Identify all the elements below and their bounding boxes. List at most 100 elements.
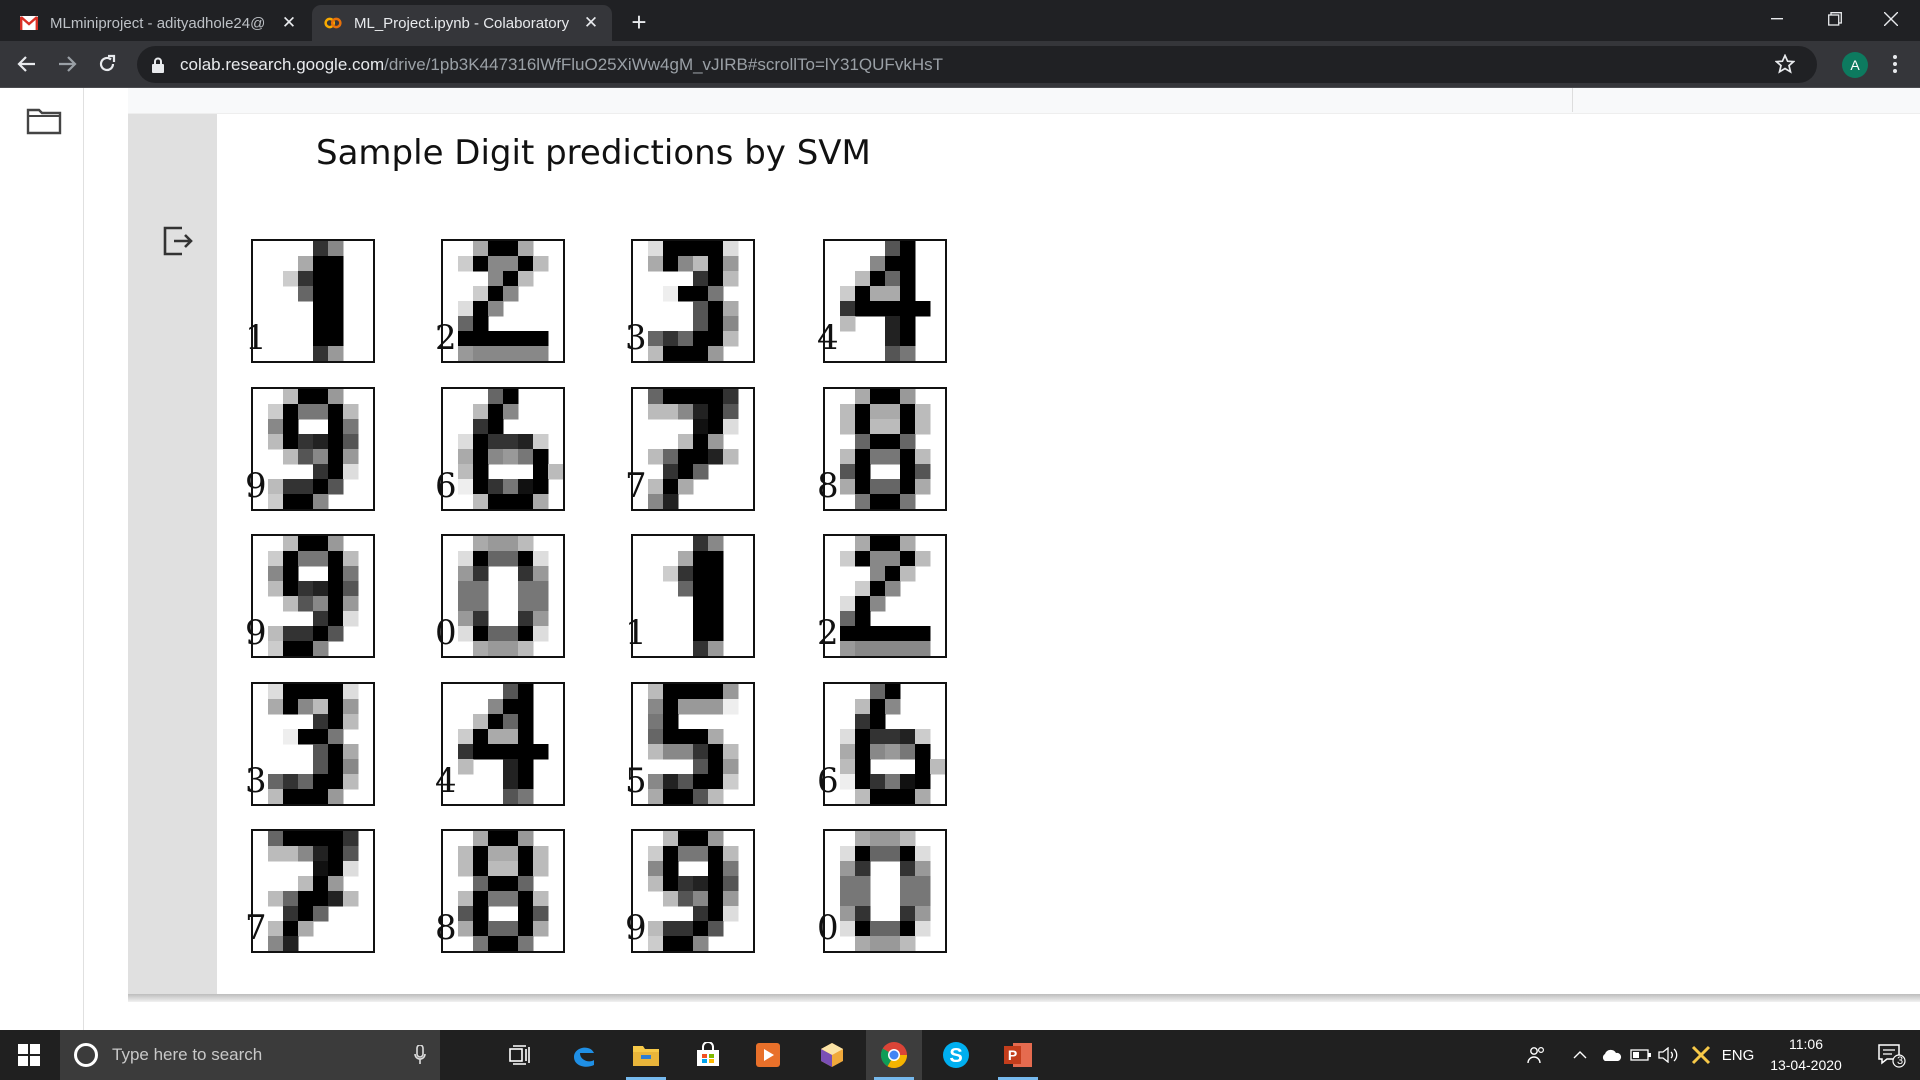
cortana-icon [74, 1043, 98, 1067]
more-vert-icon [1893, 55, 1897, 73]
battery-icon[interactable] [1628, 1030, 1654, 1080]
action-center-button[interactable]: 3 [1864, 1030, 1920, 1080]
digit-pixels [268, 831, 359, 951]
digit-image [631, 682, 755, 806]
cell-header [128, 88, 1920, 114]
clock-time: 11:06 [1789, 1036, 1823, 1052]
digit-prediction-label: 3 [625, 318, 647, 358]
digit-pixels [648, 684, 739, 804]
edge-icon[interactable] [556, 1030, 612, 1080]
digit-image [251, 239, 375, 363]
reload-icon [99, 54, 116, 72]
digit-image [441, 534, 565, 658]
digit-image [251, 387, 375, 511]
tab-gmail[interactable]: MLminiproject - adityadhole24@ ✕ [8, 5, 310, 41]
digit-prediction-label: 9 [245, 613, 267, 653]
digit-image [631, 239, 755, 363]
digit-prediction-label: 4 [817, 318, 839, 358]
skype-icon[interactable]: S [928, 1030, 984, 1080]
digit-prediction-label: 0 [817, 908, 839, 948]
digit-prediction-label: 6 [435, 466, 457, 506]
task-view-icon[interactable] [492, 1030, 548, 1080]
digit-pixels [663, 536, 724, 656]
search-placeholder: Type here to search [112, 1045, 263, 1064]
digit-pixels [458, 536, 549, 656]
digit-prediction-label: 9 [245, 466, 267, 506]
digit-prediction-label: 8 [435, 908, 457, 948]
forward-button[interactable] [50, 47, 84, 81]
volume-icon[interactable] [1656, 1030, 1682, 1080]
digit-image [823, 387, 947, 511]
digit-prediction-label: 1 [245, 318, 267, 358]
digit-prediction-label: 8 [817, 466, 839, 506]
url-path: /drive/1pb3K447316lWfFluO25XiWw4gM_vJIRB… [384, 54, 943, 74]
folder-icon[interactable] [26, 106, 62, 136]
start-button[interactable] [0, 1030, 58, 1080]
windows-logo-icon [18, 1044, 40, 1066]
taskbar-search[interactable]: Type here to search [60, 1030, 440, 1080]
close-icon [1884, 12, 1898, 26]
digit-pixels [648, 389, 739, 509]
digit-image [441, 239, 565, 363]
minimize-button[interactable] [1748, 0, 1806, 38]
digit-pixels [268, 684, 359, 804]
digit-prediction-label: 3 [245, 761, 267, 801]
tab-colab[interactable]: ML_Project.ipynb - Colaboratory ✕ [312, 5, 612, 41]
digit-pixels [458, 241, 549, 361]
people-icon[interactable] [1522, 1030, 1552, 1080]
arrow-right-icon [59, 56, 77, 72]
digit-pixels [283, 241, 344, 361]
digit-prediction-label: 6 [817, 761, 839, 801]
restore-button[interactable] [1806, 0, 1864, 38]
close-tab-icon[interactable]: ✕ [582, 13, 600, 33]
digit-image [631, 534, 755, 658]
digit-image [441, 387, 565, 511]
digit-pixels [458, 831, 549, 951]
left-sidebar [0, 88, 84, 1030]
digit-pixels [840, 536, 931, 656]
digit-prediction-label: 7 [245, 908, 267, 948]
digit-image [631, 829, 755, 953]
browser-menu-button[interactable] [1880, 47, 1910, 81]
media-player-icon[interactable] [740, 1030, 796, 1080]
bookmark-button[interactable] [1768, 47, 1802, 81]
digit-pixels [840, 831, 931, 951]
reload-button[interactable] [90, 47, 124, 81]
gmail-icon [20, 14, 38, 32]
digit-pixels [268, 389, 359, 509]
digit-prediction-label: 2 [435, 318, 457, 358]
microphone-icon[interactable] [414, 1045, 426, 1065]
onedrive-icon[interactable] [1598, 1030, 1624, 1080]
digit-image [251, 534, 375, 658]
svg-text:P: P [1008, 1047, 1017, 1063]
network-warning-icon[interactable] [1688, 1030, 1714, 1080]
minimize-icon [1771, 18, 1783, 20]
language-indicator[interactable]: ENG [1718, 1030, 1758, 1080]
digit-pixels [840, 684, 945, 804]
chevron-up-icon[interactable] [1566, 1030, 1594, 1080]
store-icon[interactable] [680, 1030, 736, 1080]
back-button[interactable] [10, 47, 44, 81]
system-clock[interactable]: 11:06 13-04-2020 [1760, 1034, 1852, 1076]
close-window-button[interactable] [1862, 0, 1920, 38]
close-tab-icon[interactable]: ✕ [280, 13, 298, 33]
clear-output-icon[interactable] [160, 224, 194, 258]
tab-title: MLminiproject - adityadhole24@ [50, 14, 266, 32]
digit-pixels [840, 389, 931, 509]
digit-pixels [648, 831, 739, 951]
address-bar[interactable]: colab.research.google.com/drive/1pb3K447… [137, 46, 1817, 83]
file-explorer-icon[interactable] [618, 1030, 674, 1080]
powerpoint-icon[interactable]: P [990, 1030, 1046, 1080]
digit-pixels [458, 389, 563, 509]
digit-image [441, 829, 565, 953]
chrome-icon[interactable] [866, 1030, 922, 1080]
new-tab-button[interactable]: + [622, 5, 656, 39]
cube-app-icon[interactable] [804, 1030, 860, 1080]
digit-prediction-label: 0 [435, 613, 457, 653]
notification-count: 3 [1897, 1055, 1904, 1067]
profile-avatar[interactable]: A [1842, 52, 1868, 78]
figure-title: Sample Digit predictions by SVM [316, 133, 871, 173]
arrow-left-icon [17, 56, 35, 72]
browser-toolbar: colab.research.google.com/drive/1pb3K447… [0, 41, 1920, 88]
restore-icon [1828, 12, 1842, 26]
